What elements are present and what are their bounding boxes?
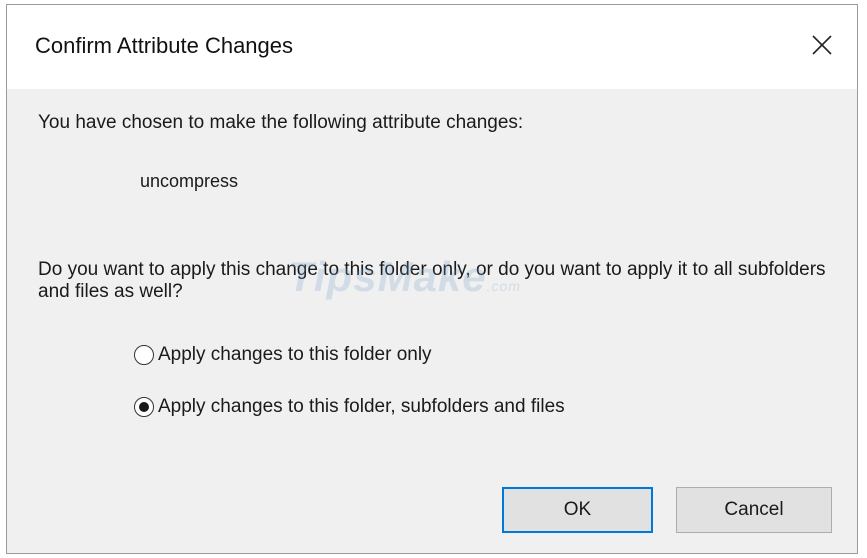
radio-label-folder-subfolders-files: Apply changes to this folder, subfolders… <box>158 396 565 417</box>
attribute-changes-prompt: You have chosen to make the following at… <box>38 112 524 133</box>
close-button[interactable] <box>785 5 857 89</box>
ok-button[interactable]: OK <box>502 487 653 533</box>
cancel-button[interactable]: Cancel <box>676 487 832 533</box>
radio-checked-icon[interactable] <box>134 397 154 417</box>
watermark-logo: TipsMake.com <box>288 253 521 300</box>
radio-selected-dot <box>138 401 149 412</box>
radio-label-folder-only: Apply changes to this folder only <box>158 344 432 365</box>
dialog-title: Confirm Attribute Changes <box>35 33 294 58</box>
radio-unchecked-icon[interactable] <box>134 345 154 365</box>
radio-option-folder-only[interactable]: Apply changes to this folder only <box>134 344 432 366</box>
close-icon <box>812 35 832 55</box>
attribute-change-value: uncompress <box>140 171 239 191</box>
confirm-attribute-changes-dialog: Confirm Attribute Changes You have chose… <box>6 4 858 554</box>
radio-option-folder-subfolders-files[interactable]: Apply changes to this folder, subfolders… <box>134 396 565 418</box>
title-bar: Confirm Attribute Changes <box>7 5 857 89</box>
